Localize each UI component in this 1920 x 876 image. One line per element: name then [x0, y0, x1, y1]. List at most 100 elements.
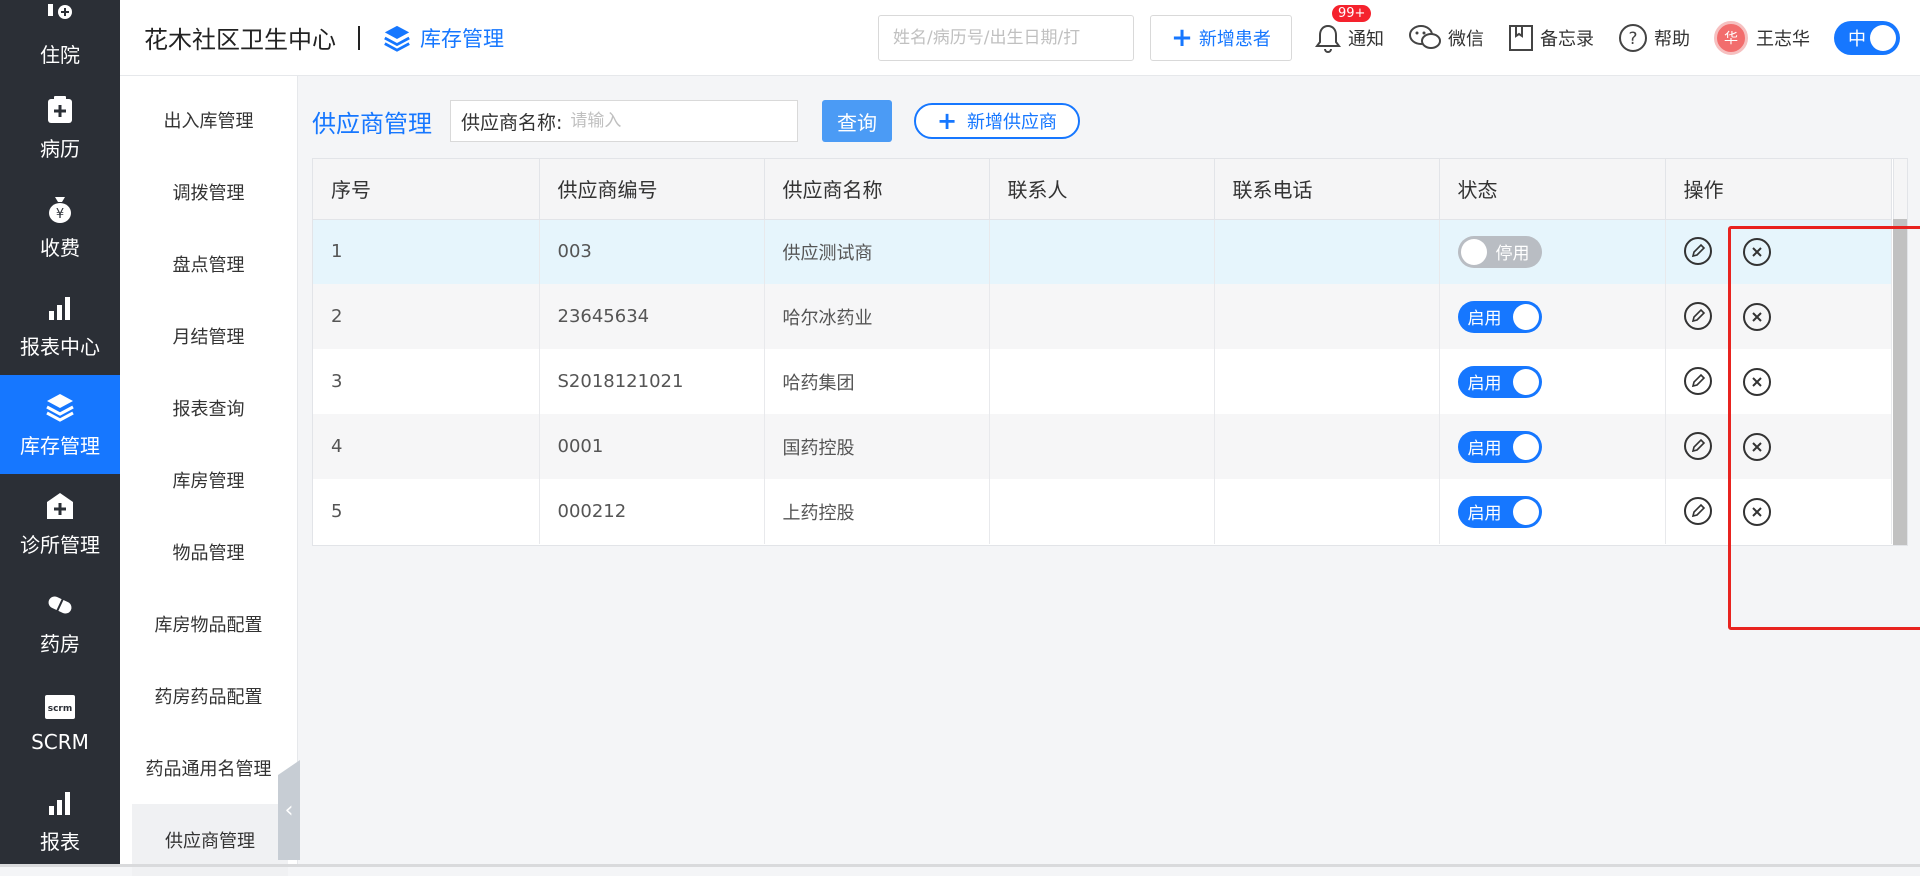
nav-item-clinic-management[interactable]: 诊所管理 — [0, 474, 120, 573]
subnav-item-stocktaking[interactable]: 盘点管理 — [120, 228, 297, 300]
language-toggle[interactable]: 中 — [1834, 21, 1900, 55]
avatar: 华 — [1714, 21, 1748, 55]
table-scrollbar[interactable] — [1893, 219, 1907, 545]
status-toggle[interactable]: 启用 — [1457, 495, 1542, 528]
column-header-actions: 操作 — [1665, 159, 1892, 220]
notification-badge: 99+ — [1332, 5, 1372, 22]
delete-icon[interactable] — [1743, 368, 1772, 396]
status-label: 启用 — [1467, 504, 1502, 524]
table-row[interactable]: 2 23645634 哈尔冰药业 启用 — [313, 284, 1892, 349]
subnav-item-warehouse[interactable]: 库房管理 — [120, 444, 297, 516]
new-patient-button[interactable]: + 新增患者 — [1150, 15, 1292, 61]
user-menu[interactable]: 华 王志华 — [1714, 21, 1810, 55]
cell-contact — [989, 349, 1215, 414]
medical-record-icon — [43, 93, 77, 127]
bar-chart-icon — [43, 786, 77, 820]
status-toggle[interactable]: 启用 — [1457, 430, 1542, 463]
cell-name: 上药控股 — [764, 479, 990, 544]
subnav-item-drug-generic-name[interactable]: 药品通用名管理 — [120, 732, 297, 804]
wechat-icon — [1409, 25, 1441, 49]
bar-chart-icon — [43, 291, 77, 325]
sub-nav: 出入库管理 调拨管理 盘点管理 月结管理 报表查询 库房管理 物品管理 库房物品… — [120, 76, 298, 876]
edit-icon[interactable] — [1683, 367, 1712, 395]
table-row[interactable]: 3 S2018121021 哈药集团 启用 — [313, 349, 1892, 414]
supplier-name-input[interactable] — [562, 102, 783, 140]
status-toggle[interactable]: 启用 — [1457, 300, 1542, 333]
collapse-sidebar-handle[interactable]: ‹ — [278, 760, 300, 860]
edit-icon[interactable] — [1683, 497, 1712, 525]
nav-label: SCRM — [31, 729, 89, 754]
subnav-item-stock-in-out[interactable]: 出入库管理 — [120, 84, 297, 156]
nav-item-inventory[interactable]: 库存管理 — [0, 375, 120, 474]
nav-item-report-center[interactable]: 报表中心 — [0, 276, 120, 375]
toggle-knob — [1870, 25, 1896, 51]
memo-button[interactable]: 备忘录 — [1508, 24, 1594, 52]
column-header-code: 供应商编号 — [539, 159, 765, 220]
cell-name: 供应测试商 — [764, 219, 990, 284]
table-header-row: 序号 供应商编号 供应商名称 联系人 联系电话 状态 操作 — [313, 159, 1892, 220]
table-row[interactable]: 4 0001 国药控股 启用 — [313, 414, 1892, 479]
delete-icon[interactable] — [1743, 238, 1772, 267]
notification-label: 通知 — [1348, 29, 1384, 50]
cell-status: 启用 — [1439, 284, 1666, 349]
left-nav: 住院 病历 ¥ 收费 报表中心 库存管理 诊所管理 药房 scrm SCRM 报… — [0, 0, 120, 867]
help-button[interactable]: ? 帮助 — [1618, 23, 1690, 53]
edit-icon[interactable] — [1683, 432, 1712, 460]
notification-button[interactable]: 99+ 通知 — [1314, 5, 1384, 53]
pill-icon — [43, 588, 77, 622]
nav-item-reports[interactable]: 报表 — [0, 771, 120, 867]
add-supplier-button[interactable]: + 新增供应商 — [914, 103, 1080, 139]
column-header-name: 供应商名称 — [764, 159, 990, 220]
cell-code: 000212 — [539, 479, 765, 544]
chevron-left-icon: ‹ — [284, 797, 294, 823]
delete-icon[interactable] — [1743, 433, 1772, 461]
subnav-item-goods[interactable]: 物品管理 — [120, 516, 297, 588]
nav-item-medical-record[interactable]: 病历 — [0, 78, 120, 177]
nav-item-billing[interactable]: ¥ 收费 — [0, 177, 120, 276]
delete-icon[interactable] — [1743, 498, 1772, 526]
nav-item-scrm[interactable]: scrm SCRM — [0, 672, 120, 771]
clinic-name: 花木社区卫生中心 — [144, 26, 336, 54]
subnav-item-pharmacy-drug-config[interactable]: 药房药品配置 — [120, 660, 297, 732]
cell-no: 3 — [313, 349, 540, 414]
subnav-item-transfer[interactable]: 调拨管理 — [120, 156, 297, 228]
layers-icon — [384, 25, 410, 52]
subnav-item-monthly-close[interactable]: 月结管理 — [120, 300, 297, 372]
cell-status: 启用 — [1439, 414, 1666, 479]
table-row[interactable]: 1 003 供应测试商 停用 — [313, 219, 1892, 284]
bell-icon — [1315, 24, 1341, 53]
supplier-table: 序号 供应商编号 供应商名称 联系人 联系电话 状态 操作 1 003 供应测试… — [312, 158, 1908, 546]
cell-phone — [1214, 284, 1440, 349]
edit-icon[interactable] — [1683, 302, 1712, 330]
cell-phone — [1214, 219, 1440, 284]
subnav-item-warehouse-goods-config[interactable]: 库房物品配置 — [120, 588, 297, 660]
nav-item-pharmacy[interactable]: 药房 — [0, 573, 120, 672]
subnav-item-report-query[interactable]: 报表查询 — [120, 372, 297, 444]
patient-search-input[interactable] — [878, 15, 1134, 61]
wechat-button[interactable]: 微信 — [1408, 24, 1484, 52]
status-toggle[interactable]: 启用 — [1457, 365, 1542, 398]
toggle-knob — [1512, 498, 1539, 525]
status-label: 停用 — [1495, 244, 1530, 265]
cell-contact — [989, 284, 1215, 349]
cell-actions — [1665, 349, 1892, 414]
cell-no: 5 — [313, 479, 540, 544]
current-module[interactable]: 库存管理 — [382, 23, 504, 53]
page-title: 供应商管理 — [312, 109, 432, 138]
status-toggle[interactable]: 停用 — [1457, 235, 1542, 268]
cell-contact — [989, 479, 1215, 544]
nav-label: 报表中心 — [20, 335, 100, 359]
toggle-knob — [1460, 238, 1487, 265]
query-button[interactable]: 查询 — [822, 100, 892, 142]
clinic-icon — [43, 489, 77, 523]
filter-label: 供应商名称: — [461, 111, 563, 134]
cell-contact — [989, 414, 1215, 479]
nav-item-inpatient[interactable]: 住院 — [0, 0, 120, 78]
toolbar: 供应商管理 供应商名称: 查询 + 新增供应商 — [312, 100, 1080, 142]
delete-icon[interactable] — [1743, 303, 1772, 331]
cell-code: S2018121021 — [539, 349, 765, 414]
table-row[interactable]: 5 000212 上药控股 启用 — [313, 479, 1892, 544]
edit-icon[interactable] — [1683, 237, 1712, 266]
language-label: 中 — [1848, 29, 1866, 50]
wechat-label: 微信 — [1448, 29, 1484, 50]
